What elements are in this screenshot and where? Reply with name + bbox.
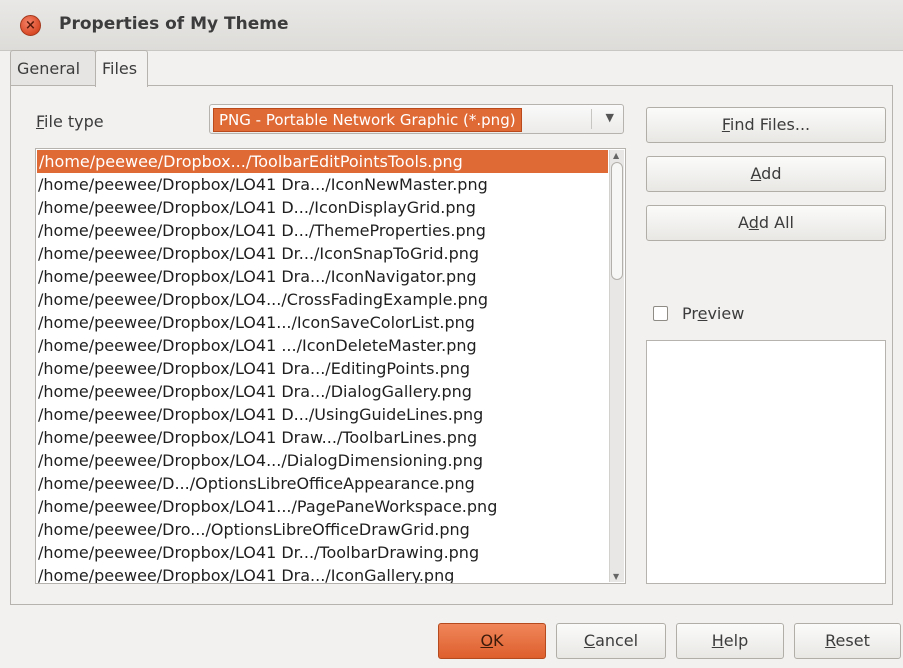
add-all-mnemonic: d xyxy=(748,213,759,232)
list-item[interactable]: /home/peewee/Dropbox/LO41 .../IconDelete… xyxy=(36,334,608,357)
file-type-label-mnemonic: F xyxy=(36,112,45,131)
help-rest: elp xyxy=(723,631,749,650)
tab-files[interactable]: Files xyxy=(95,50,148,87)
preview-rest: view xyxy=(707,304,745,323)
list-item[interactable]: /home/peewee/Dropbox/LO41 D.../ThemeProp… xyxy=(36,219,608,242)
list-item[interactable]: /home/peewee/Dropbox/LO41 D.../IconDispl… xyxy=(36,196,608,219)
list-item[interactable]: /home/peewee/Dropbox/LO41 Dra.../IconNew… xyxy=(36,173,608,196)
ok-rest: K xyxy=(493,631,504,650)
list-item[interactable]: /home/peewee/Dropbox/LO41 Draw.../Toolba… xyxy=(36,426,608,449)
list-item[interactable]: /home/peewee/Dropbox/LO4.../CrossFadingE… xyxy=(36,288,608,311)
scrollbar[interactable]: ▲ ▼ xyxy=(609,150,624,582)
add-all-button[interactable]: Add All xyxy=(646,205,886,241)
window-title: Properties of My Theme xyxy=(59,14,289,34)
file-type-value: PNG - Portable Network Graphic (*.png) xyxy=(213,108,522,132)
preview-pre: Pr xyxy=(682,304,698,323)
find-files-button[interactable]: Find Files... xyxy=(646,107,886,143)
add-all-pre: A xyxy=(738,213,749,232)
list-item[interactable]: /home/peewee/Dropbox/LO41.../IconSaveCol… xyxy=(36,311,608,334)
scrollbar-thumb[interactable] xyxy=(611,162,623,280)
select-divider xyxy=(591,109,592,129)
add-rest: dd xyxy=(761,164,782,183)
list-item[interactable]: /home/peewee/D.../OptionsLibreOfficeAppe… xyxy=(36,472,608,495)
title-bar: × Properties of My Theme xyxy=(0,0,903,51)
list-item[interactable]: /home/peewee/Dropbox/LO41 Dr.../ToolbarD… xyxy=(36,541,608,564)
add-mnemonic: A xyxy=(750,164,762,183)
reset-button[interactable]: Reset xyxy=(794,623,901,659)
help-mnemonic: H xyxy=(711,631,724,650)
list-item[interactable]: /home/peewee/Dropbox/LO4.../DialogDimens… xyxy=(36,449,608,472)
close-icon[interactable]: × xyxy=(20,15,41,36)
reset-mnemonic: R xyxy=(825,631,836,650)
find-files-mnemonic: F xyxy=(721,115,730,134)
help-button[interactable]: Help xyxy=(676,623,784,659)
cancel-mnemonic: C xyxy=(583,631,596,650)
preview-checkbox[interactable] xyxy=(653,306,668,321)
list-item[interactable]: /home/peewee/Dropbox/LO41 Dra.../IconGal… xyxy=(36,564,608,583)
scroll-up-icon[interactable]: ▲ xyxy=(613,151,619,160)
file-type-select[interactable]: PNG - Portable Network Graphic (*.png) ▼ xyxy=(209,104,624,134)
file-list[interactable]: /home/peewee/Dropbox.../ToolbarEditPoint… xyxy=(35,148,626,584)
reset-rest: eset xyxy=(835,631,870,650)
preview-mnemonic: e xyxy=(697,304,708,323)
file-type-label: File type xyxy=(36,112,104,131)
chevron-down-icon[interactable]: ▼ xyxy=(606,111,614,124)
scroll-down-icon[interactable]: ▼ xyxy=(613,572,619,581)
list-item[interactable]: /home/peewee/Dropbox/LO41.../PagePaneWor… xyxy=(36,495,608,518)
find-files-rest: ind Files... xyxy=(729,115,811,134)
list-item[interactable]: /home/peewee/Dropbox.../ToolbarEditPoint… xyxy=(37,150,608,173)
list-item[interactable]: /home/peewee/Dropbox/LO41 Dr.../IconSnap… xyxy=(36,242,608,265)
tab-general[interactable]: General xyxy=(10,50,96,85)
file-type-label-rest: ile type xyxy=(44,112,104,131)
list-item[interactable]: /home/peewee/Dropbox/LO41 Dra.../IconNav… xyxy=(36,265,608,288)
cancel-rest: ancel xyxy=(595,631,639,650)
add-button[interactable]: Add xyxy=(646,156,886,192)
ok-button[interactable]: OK xyxy=(438,623,546,659)
preview-area xyxy=(646,340,886,584)
preview-label[interactable]: Preview xyxy=(682,304,744,323)
list-item[interactable]: /home/peewee/Dropbox/LO41 D.../UsingGuid… xyxy=(36,403,608,426)
list-item[interactable]: /home/peewee/Dropbox/LO41 Dra.../DialogG… xyxy=(36,380,608,403)
list-item[interactable]: /home/peewee/Dro.../OptionsLibreOfficeDr… xyxy=(36,518,608,541)
ok-mnemonic: O xyxy=(480,631,494,650)
cancel-button[interactable]: Cancel xyxy=(556,623,666,659)
list-item[interactable]: /home/peewee/Dropbox/LO41 Dra.../Editing… xyxy=(36,357,608,380)
add-all-rest: d All xyxy=(758,213,794,232)
